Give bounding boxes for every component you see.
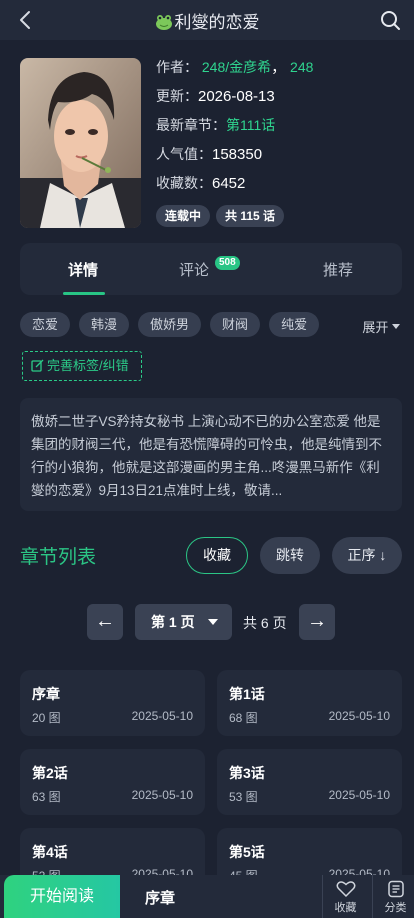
page-title-wrap: 利燮的恋爱	[0, 8, 414, 33]
chapter-count-badge: 共 115 话	[216, 205, 285, 227]
popularity-label: 人气值：	[156, 146, 212, 162]
top-bar: 利燮的恋爱	[0, 0, 414, 40]
author-separator: ，	[271, 59, 287, 76]
tag-item[interactable]: 韩漫	[79, 312, 130, 337]
bottom-catalog-label: 分类	[384, 902, 407, 914]
chapter-title: 第5话	[229, 844, 265, 860]
latest-label: 最新章节：	[156, 117, 226, 133]
collect-button[interactable]: 收藏	[186, 537, 248, 574]
chapter-title: 序章	[32, 686, 60, 702]
chapter-pages: 20 图	[32, 711, 61, 725]
author-row: 作者： 248/金彦希， 248	[156, 58, 404, 87]
tag-item[interactable]: 恋爱	[20, 312, 71, 337]
tag-item[interactable]: 傲娇男	[138, 312, 202, 337]
tab-details[interactable]: 详情	[68, 259, 98, 280]
bottom-collect-button[interactable]: 收藏	[322, 875, 368, 918]
tab-recommend[interactable]: 推荐	[323, 259, 353, 280]
chapter-date: 2025-05-10	[131, 709, 193, 723]
tag-list: 恋爱 韩漫 傲娇男 财阀 纯爱	[20, 312, 320, 337]
dropdown-caret-icon	[208, 619, 218, 625]
updated-value: 2026-08-13	[198, 88, 275, 105]
bottom-catalog-button[interactable]: 分类	[372, 875, 414, 918]
author-link-extra[interactable]: 248	[290, 59, 313, 75]
page-total: 共 6 页	[243, 615, 287, 631]
chapter-card[interactable]: 第1话 68 图 2025-05-10	[217, 670, 402, 736]
page-title: 利燮的恋爱	[174, 13, 260, 32]
chapter-card[interactable]: 序章 20 图 2025-05-10	[20, 670, 205, 736]
chapter-title: 第4话	[32, 844, 68, 860]
comic-cover[interactable]	[20, 58, 141, 228]
tag-item[interactable]: 财阀	[210, 312, 261, 337]
latest-row: 最新章节：第111话	[156, 116, 404, 145]
expand-tags-button[interactable]: 展开	[362, 317, 400, 336]
updated-row: 更新：2026-08-13	[156, 87, 404, 116]
jump-button[interactable]: 跳转	[260, 537, 320, 574]
search-icon[interactable]	[378, 8, 402, 32]
tag-item[interactable]: 纯爱	[269, 312, 320, 337]
chapter-title: 第3话	[229, 765, 265, 781]
chapter-pages: 53 图	[229, 790, 258, 804]
caret-down-icon	[392, 324, 400, 329]
updated-label: 更新：	[156, 88, 198, 104]
frog-emoji-icon	[155, 15, 172, 30]
detail-tabs: 详情 评论 508 推荐	[20, 243, 402, 295]
status-badge: 连载中	[156, 205, 211, 227]
chapter-pages: 68 图	[229, 711, 258, 725]
chapter-list-title: 章节列表	[20, 547, 97, 568]
chapter-title: 第1话	[229, 686, 265, 702]
page-select[interactable]: 第 1 页	[135, 604, 232, 640]
sort-order-button[interactable]: 正序 ↓	[332, 537, 402, 574]
description-box[interactable]: 傲娇二世子VS矜持女秘书 上演心动不已的办公室恋爱 他是集团的财阀三代，他是有恐…	[20, 398, 402, 511]
active-tab-indicator	[63, 292, 105, 295]
description-text: 傲娇二世子VS矜持女秘书 上演心动不已的办公室恋爱 他是集团的财阀三代，他是有恐…	[31, 414, 382, 498]
chapter-date: 2025-05-10	[328, 788, 390, 802]
chapter-card[interactable]: 第3话 53 图 2025-05-10	[217, 749, 402, 815]
edit-tags-label: 完善标签/纠错	[47, 358, 129, 373]
chapter-title: 第2话	[32, 765, 68, 781]
chapter-card[interactable]: 第2话 63 图 2025-05-10	[20, 749, 205, 815]
latest-chapter-link[interactable]: 第111话	[226, 117, 275, 133]
favorites-row: 收藏数：6452	[156, 174, 404, 203]
page-select-value: 第 1 页	[151, 614, 195, 630]
expand-label: 展开	[362, 320, 389, 335]
edit-tags-button[interactable]: 完善标签/纠错	[22, 351, 142, 381]
status-chips: 连载中 共 115 话	[156, 205, 285, 227]
author-label: 作者：	[156, 59, 198, 75]
prev-page-button[interactable]: ←	[87, 604, 123, 640]
chapter-pages: 63 图	[32, 790, 61, 804]
start-reading-button[interactable]: 开始阅读	[4, 875, 120, 918]
next-page-button[interactable]: →	[299, 604, 335, 640]
heart-icon	[336, 881, 355, 898]
favorites-value: 6452	[212, 175, 246, 192]
chapter-date: 2025-05-10	[131, 788, 193, 802]
edit-icon	[31, 359, 44, 372]
author-link[interactable]: 248/金彦希	[202, 59, 271, 75]
comment-count-badge: 508	[215, 256, 240, 270]
cover-illustration	[20, 58, 141, 228]
favorites-label: 收藏数：	[156, 175, 212, 191]
catalog-icon	[387, 880, 404, 898]
popularity-value: 158350	[212, 146, 263, 163]
chapter-date: 2025-05-10	[328, 709, 390, 723]
bottom-bar: 开始阅读 序章 收藏 分类	[0, 875, 414, 918]
current-chapter[interactable]: 序章	[145, 887, 175, 908]
popularity-row: 人气值：158350	[156, 145, 404, 174]
bottom-collect-label: 收藏	[334, 902, 357, 914]
book-info: 作者： 248/金彦希， 248 更新：2026-08-13 最新章节：第111…	[156, 58, 404, 203]
tab-comments[interactable]: 评论	[179, 259, 209, 280]
